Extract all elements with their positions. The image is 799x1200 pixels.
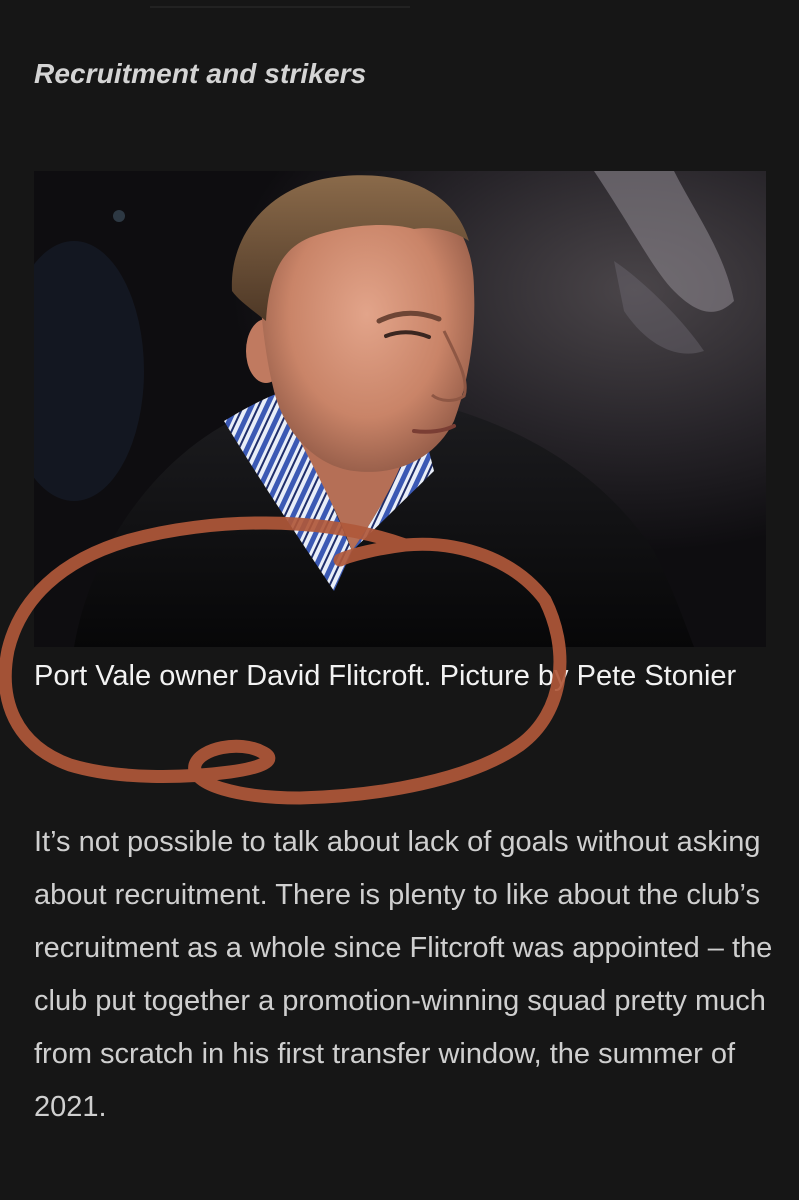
previous-text-fragment xyxy=(150,0,410,8)
article-paragraph: It’s not possible to talk about lack of … xyxy=(34,826,773,1123)
image-caption: Port Vale owner David Flitcroft. Picture… xyxy=(34,660,737,692)
section-heading: Recruitment and strikers xyxy=(34,58,367,89)
article-photo xyxy=(34,171,766,647)
portrait-illustration xyxy=(34,171,766,647)
